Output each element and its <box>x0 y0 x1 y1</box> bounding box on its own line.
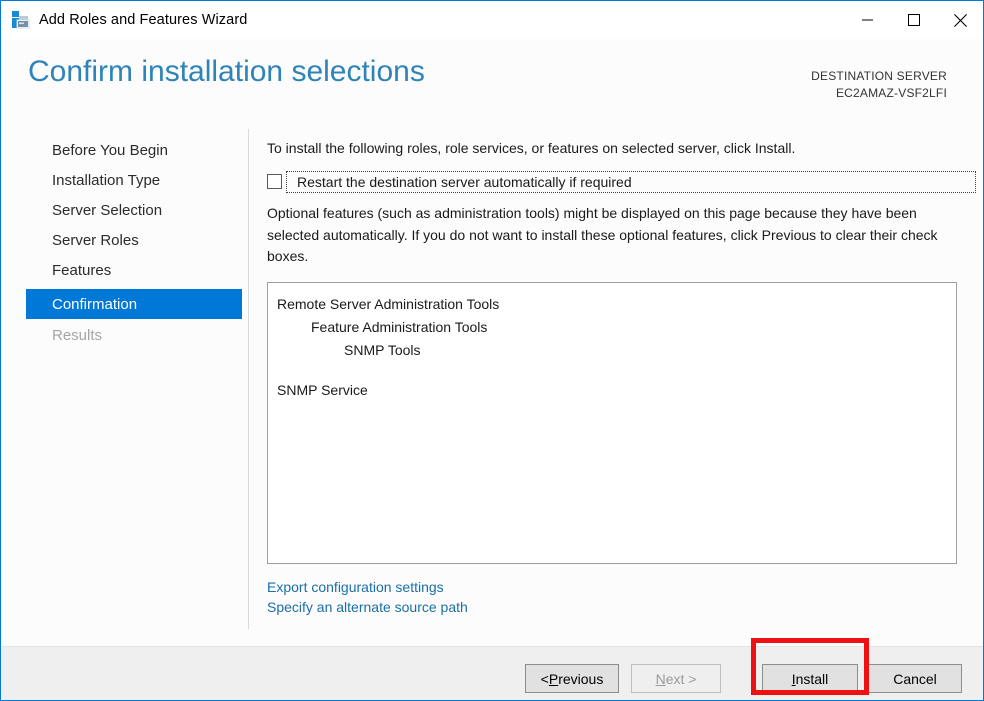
list-item: SNMP Service <box>277 382 368 398</box>
install-button[interactable]: Install <box>762 664 858 693</box>
wizard-step-navigation: Before You Begin Installation Type Serve… <box>2 129 248 646</box>
maximize-button[interactable] <box>891 1 937 39</box>
intro-text: To install the following roles, role ser… <box>267 140 796 156</box>
sidebar-item-server-roles[interactable]: Server Roles <box>26 225 242 255</box>
list-item: Remote Server Administration Tools <box>277 296 500 312</box>
sidebar-item-label: Server Selection <box>52 201 163 219</box>
wizard-header: Confirm installation selections DESTINAT… <box>2 39 983 129</box>
install-button-label: nstall <box>795 670 829 687</box>
close-button[interactable] <box>937 1 983 39</box>
selected-features-list[interactable]: Remote Server Administration Tools Featu… <box>267 282 957 564</box>
sidebar-item-server-selection[interactable]: Server Selection <box>26 195 242 225</box>
sidebar-item-label: Confirmation <box>52 295 138 313</box>
previous-button[interactable]: < Previous <box>525 664 619 693</box>
server-roles-icon <box>9 9 31 31</box>
sidebar-item-features[interactable]: Features <box>26 255 242 285</box>
restart-checkbox-label[interactable]: Restart the destination server automatic… <box>297 174 632 190</box>
sidebar-item-results: Results <box>26 320 242 350</box>
add-roles-and-features-wizard-window: Add Roles and Features Wizard Confirm in… <box>0 0 984 701</box>
cancel-button-label: Cancel <box>893 670 937 687</box>
destination-server-label: DESTINATION SERVER <box>811 69 947 83</box>
previous-button-label: revious <box>558 670 604 687</box>
sidebar-item-label: Features <box>52 261 112 279</box>
window-title: Add Roles and Features Wizard <box>39 12 248 28</box>
restart-checkbox-focus-outline: Restart the destination server automatic… <box>286 171 976 193</box>
restart-checkbox-row[interactable]: Restart the destination server automatic… <box>267 171 976 193</box>
content-links: Export configuration settings Specify an… <box>267 577 468 617</box>
sidebar-item-confirmation[interactable]: Confirmation <box>26 289 242 319</box>
caption-button-group <box>845 1 983 39</box>
wizard-content-pane: To install the following roles, role ser… <box>249 129 983 646</box>
sidebar-item-label: Server Roles <box>52 231 139 249</box>
specify-alternate-source-path-link[interactable]: Specify an alternate source path <box>267 597 468 617</box>
destination-server-block: DESTINATION SERVER EC2AMAZ-VSF2LFI <box>811 68 947 102</box>
page-title: Confirm installation selections <box>28 55 425 88</box>
sidebar-item-label: Before You Begin <box>52 141 168 159</box>
wizard-footer: < Previous Next > Install Cancel <box>2 646 983 700</box>
sidebar-item-label: Installation Type <box>52 171 161 189</box>
destination-server-name: EC2AMAZ-VSF2LFI <box>835 86 947 100</box>
optional-features-note: Optional features (such as administratio… <box>267 205 938 264</box>
next-button-label: ext > <box>665 670 697 687</box>
title-bar[interactable]: Add Roles and Features Wizard <box>1 1 983 39</box>
next-button: Next > <box>631 664 721 693</box>
minimize-button[interactable] <box>845 1 891 39</box>
cancel-button[interactable]: Cancel <box>868 664 962 693</box>
next-button-accesskey: N <box>655 670 666 687</box>
sidebar-item-before-you-begin[interactable]: Before You Begin <box>26 135 242 165</box>
list-item: Feature Administration Tools <box>311 319 488 335</box>
previous-button-prefix: < <box>540 670 549 687</box>
sidebar-item-label: Results <box>52 326 103 344</box>
previous-button-accesskey: P <box>548 670 559 687</box>
export-configuration-settings-link[interactable]: Export configuration settings <box>267 577 468 597</box>
list-item: SNMP Tools <box>344 342 421 358</box>
sidebar-item-installation-type[interactable]: Installation Type <box>26 165 242 195</box>
restart-checkbox[interactable] <box>267 174 282 189</box>
